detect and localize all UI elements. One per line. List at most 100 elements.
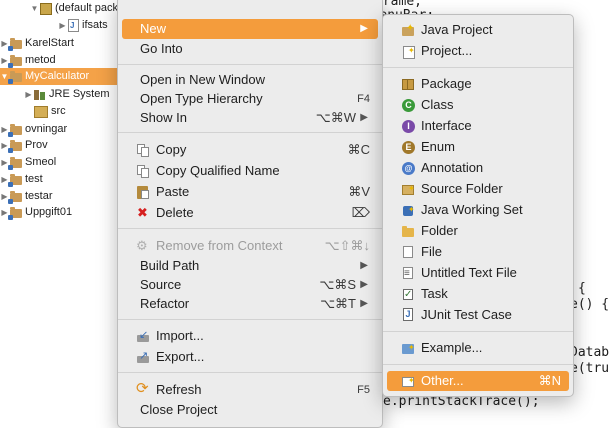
menu-item-label: Task [421,286,448,301]
expand-arrow-icon[interactable]: ▶ [58,17,67,34]
library-icon [34,89,46,100]
menu-item-build-path[interactable]: Build Path ▶ [122,256,378,276]
menu-item-label: Annotation [421,160,484,175]
menu-item-label: Import... [156,328,204,343]
project-folder-icon [8,157,22,170]
working-set-icon [401,200,415,220]
menu-item-import[interactable]: Import... [122,325,378,346]
menu-item-label: Copy [156,142,187,157]
project-folder-icon [8,140,22,153]
project-folder-icon [8,55,22,68]
tree-item-label: Smeol [25,156,57,168]
shortcut: ⌘C [347,142,370,157]
tree-item-label: MyCalculator [25,70,90,82]
tree-item-ovningar[interactable]: ▶ ovningar [0,121,67,138]
enum-icon [401,140,415,154]
junit-icon [401,308,415,322]
menu-item-open-new-window[interactable]: Open in New Window [122,70,378,90]
shortcut: ⌥⇧⌘↓ [324,238,370,253]
tree-item-jre-system[interactable]: ▶ JRE System [24,86,110,103]
new-submenu: Java Project Project... Package Class In… [382,14,574,397]
menu-item-label: Folder [421,223,458,238]
menu-item-label: File [421,244,442,259]
tree-item-src[interactable]: src [34,103,66,120]
menu-item-delete[interactable]: Delete ⌦ [122,203,378,223]
menu-item-label: Copy Qualified Name [156,163,280,178]
tree-item-karelstart[interactable]: ▶ KarelStart [0,35,74,52]
tree-item-testar[interactable]: ▶ testar [0,188,53,205]
refresh-icon [136,379,150,399]
tree-item-test[interactable]: ▶ test [0,171,43,188]
menu-item-go-into[interactable]: Go Into [122,39,378,59]
submenu-item-interface[interactable]: Interface [387,116,569,136]
submenu-arrow-icon: ▶ [360,298,368,309]
source-folder-icon [401,179,415,199]
shortcut: ⌥⌘T [320,296,356,311]
submenu-item-task[interactable]: Task [387,284,569,305]
code-fragment: e() { [570,297,610,312]
project-folder-icon [8,124,22,137]
menu-separator [383,67,573,68]
tree-item-smeol[interactable]: ▶ Smeol [0,154,56,171]
menu-separator [383,364,573,365]
menu-item-label: Java Project [421,22,493,37]
submenu-item-class[interactable]: Class [387,95,569,115]
submenu-item-java-working-set[interactable]: Java Working Set [387,200,569,220]
submenu-item-junit-test-case[interactable]: JUnit Test Case [387,305,569,325]
export-icon [136,346,150,366]
menu-separator [118,319,382,320]
menu-item-label: Refactor [140,296,190,311]
menu-item-remove-from-context: Remove from Context ⌥⇧⌘↓ [122,236,378,256]
menu-item-label: Class [421,97,454,112]
submenu-item-source-folder[interactable]: Source Folder [387,179,569,199]
folder-icon [401,224,415,238]
menu-item-show-in[interactable]: Show In ⌥⌘W ▶ [122,108,378,128]
tree-item-metod[interactable]: ▶ metod [0,52,56,69]
submenu-item-annotation[interactable]: Annotation [387,158,569,178]
menu-item-source[interactable]: Source ⌥⌘S ▶ [122,275,378,295]
menu-item-refactor[interactable]: Refactor ⌥⌘T ▶ [122,294,378,314]
submenu-item-other[interactable]: Other... ⌘N [387,371,569,391]
tree-item-uppgift01[interactable]: ▶ Uppgift01 [0,204,72,221]
submenu-item-java-project[interactable]: Java Project [387,19,569,40]
shortcut: ⌘N [538,373,561,388]
submenu-item-folder[interactable]: Folder [387,221,569,241]
tree-item-label: JRE System [49,88,110,100]
menu-item-copy[interactable]: Copy ⌘C [122,140,378,160]
project-icon [401,41,415,61]
shortcut: F5 [357,384,370,396]
menu-item-refresh[interactable]: Refresh F5 [122,379,378,400]
expand-arrow-icon[interactable]: ▼ [30,0,39,17]
tree-item-label: ifsats [82,19,108,31]
menu-separator [118,64,382,65]
menu-item-label: Untitled Text File [421,265,517,280]
class-icon [401,98,415,112]
expand-arrow-icon[interactable]: ▶ [24,86,33,103]
menu-item-label: Close Project [140,402,218,417]
menu-item-export[interactable]: Export... [122,346,378,367]
menu-item-open-type-hierarchy[interactable]: Open Type Hierarchy F4 [122,89,378,109]
menu-item-label: Build Path [140,258,200,273]
tree-item-ifsats[interactable]: ▶ ifsats [58,17,108,34]
menu-item-label: Example... [421,340,483,355]
menu-item-label: Other... [421,373,464,388]
file-icon [401,245,415,259]
menu-item-paste[interactable]: Paste ⌘V [122,182,378,202]
menu-item-label: Show In [140,110,187,125]
copy-icon [136,143,150,157]
code-fragment: Datab [570,345,610,360]
menu-item-close-project[interactable]: Close Project [122,400,378,420]
submenu-item-untitled-text-file[interactable]: Untitled Text File [387,263,569,284]
tree-item-prov[interactable]: ▶ Prov [0,137,48,154]
submenu-item-package[interactable]: Package [387,74,569,94]
shortcut: ⌦ [351,205,370,220]
tree-item-label: ovningar [25,123,68,135]
submenu-item-enum[interactable]: Enum [387,137,569,157]
menu-item-label: Open in New Window [140,72,265,87]
menu-item-copy-qualified-name[interactable]: Copy Qualified Name [122,161,378,181]
menu-item-new[interactable]: New ▶ [122,19,378,39]
other-icon [401,371,415,391]
submenu-item-example[interactable]: Example... [387,338,569,358]
submenu-item-project[interactable]: Project... [387,41,569,61]
submenu-item-file[interactable]: File [387,242,569,262]
